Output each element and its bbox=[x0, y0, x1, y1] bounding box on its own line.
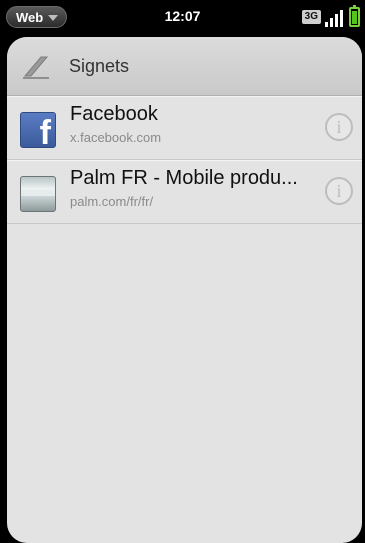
bookmark-item-palm[interactable]: Palm FR - Mobile produ... palm.com/fr/fr… bbox=[7, 160, 362, 224]
bookmark-title: Palm FR - Mobile produ... bbox=[70, 167, 298, 189]
bookmark-item-facebook[interactable]: f Facebook x.facebook.com i bbox=[7, 96, 362, 160]
bookmark-title: Facebook bbox=[70, 103, 158, 125]
bookmark-url: x.facebook.com bbox=[70, 130, 162, 145]
signal-bar bbox=[325, 22, 328, 27]
bookmark-url: palm.com/fr/fr/ bbox=[70, 194, 154, 209]
panel-header: Signets bbox=[7, 37, 362, 96]
facebook-favicon: f bbox=[20, 112, 56, 148]
signal-bar bbox=[335, 14, 338, 27]
device-screen: Web 12:07 3G Signets f Facebook x.facebo… bbox=[0, 0, 365, 543]
signal-strength-icon bbox=[325, 9, 345, 27]
status-bar: Web 12:07 3G bbox=[0, 0, 365, 34]
favicon-detail bbox=[21, 191, 55, 196]
info-icon[interactable]: i bbox=[325, 113, 353, 141]
bookmarks-panel: Signets f Facebook x.facebook.com i Palm… bbox=[7, 37, 362, 543]
info-icon[interactable]: i bbox=[325, 177, 353, 205]
network-badge: 3G bbox=[301, 10, 321, 24]
page-title: Signets bbox=[69, 56, 130, 76]
signal-bar bbox=[340, 10, 343, 27]
battery-icon bbox=[349, 5, 360, 27]
facebook-logo-letter: f bbox=[39, 114, 51, 148]
signal-bar bbox=[330, 18, 333, 27]
palm-favicon bbox=[20, 176, 56, 212]
bookmark-icon bbox=[23, 56, 49, 79]
battery-level bbox=[352, 11, 357, 24]
